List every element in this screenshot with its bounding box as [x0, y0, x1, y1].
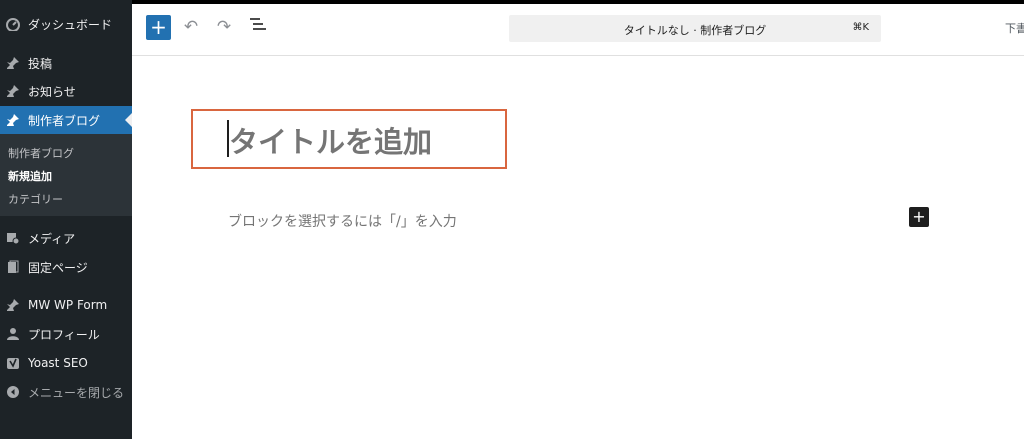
undo-icon[interactable]: ↶: [180, 16, 202, 38]
sidebar-item-label: 制作者ブログ: [28, 113, 101, 128]
sidebar-item-profile[interactable]: プロフィール: [0, 320, 132, 348]
active-indicator: [125, 113, 132, 127]
save-draft-button[interactable]: 下書: [1005, 20, 1024, 36]
media-icon: [5, 230, 21, 246]
dashboard-icon: [5, 16, 21, 32]
command-palette-bar[interactable]: タイトルなし · 制作者ブログ ⌘K: [509, 15, 881, 42]
sidebar-item-mw-wp-form[interactable]: MW WP Form: [0, 291, 132, 319]
block-placeholder[interactable]: ブロックを選択するには「/」を入力: [228, 211, 457, 231]
yoast-icon: [5, 355, 21, 371]
pin-icon: [5, 297, 21, 313]
sidebar-item-yoast[interactable]: Yoast SEO: [0, 349, 132, 377]
editor-screen: ダッシュボード 投稿 お知らせ 制作者ブログ 制作者ブログ 新規追加 カテゴリー: [0, 0, 1024, 439]
user-icon: [5, 326, 21, 342]
document-title: タイトルなし · 制作者ブログ: [623, 24, 767, 37]
sidebar-item-label: MW WP Form: [28, 298, 108, 312]
add-block-button[interactable]: +: [146, 15, 171, 40]
sidebar-item-label: メニューを閉じる: [28, 385, 125, 400]
sidebar-item-media[interactable]: メディア: [0, 224, 132, 252]
pin-icon: [5, 112, 21, 128]
redo-icon[interactable]: ↷: [213, 16, 235, 38]
collapse-menu-button[interactable]: メニューを閉じる: [0, 378, 132, 406]
sidebar-item-label: プロフィール: [28, 327, 100, 342]
sidebar-item-label: メディア: [28, 231, 76, 246]
submenu-item-add-new[interactable]: 新規追加: [8, 168, 52, 184]
post-title-input[interactable]: タイトルを追加: [229, 119, 432, 161]
sidebar-item-label: お知らせ: [28, 84, 76, 99]
top-edge: [132, 0, 1024, 4]
sidebar-item-pages[interactable]: 固定ページ: [0, 253, 132, 281]
sidebar-item-label: 投稿: [28, 56, 53, 71]
sidebar-item-news[interactable]: お知らせ: [0, 77, 132, 105]
sidebar-item-posts[interactable]: 投稿: [0, 49, 132, 77]
sidebar-item-label: 固定ページ: [28, 260, 88, 275]
pin-icon: [5, 83, 21, 99]
page-icon: [5, 259, 21, 275]
editor-toolbar: + ↶ ↷ タイトルなし · 制作者ブログ ⌘K 下書: [132, 0, 1024, 56]
sidebar-item-dashboard[interactable]: ダッシュボード: [0, 10, 132, 38]
sidebar-item-label: ダッシュボード: [28, 17, 113, 32]
submenu-item-category[interactable]: カテゴリー: [8, 191, 63, 207]
admin-sidebar: ダッシュボード 投稿 お知らせ 制作者ブログ 制作者ブログ 新規追加 カテゴリー: [0, 0, 132, 439]
pin-icon: [5, 55, 21, 71]
collapse-icon: [5, 384, 21, 400]
document-overview-icon[interactable]: [247, 16, 269, 38]
block-inserter-button[interactable]: +: [909, 207, 929, 227]
sidebar-item-label: Yoast SEO: [28, 356, 88, 370]
sidebar-item-creator-blog[interactable]: 制作者ブログ: [0, 106, 132, 134]
submenu-item-all[interactable]: 制作者ブログ: [8, 145, 74, 161]
creator-blog-submenu: 制作者ブログ 新規追加 カテゴリー: [0, 134, 132, 216]
keyboard-shortcut: ⌘K: [852, 22, 869, 33]
